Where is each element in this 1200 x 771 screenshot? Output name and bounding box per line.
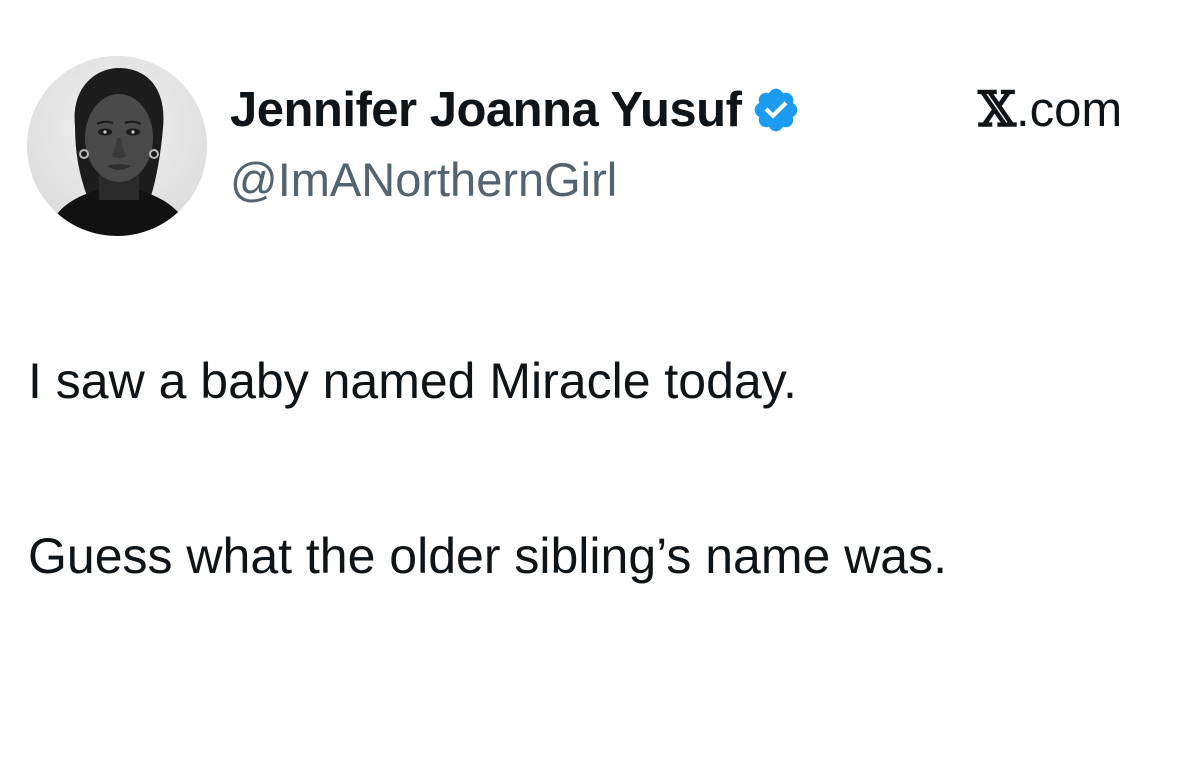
site-domain: .com [1016,83,1123,137]
avatar-photo [27,56,207,236]
x-logo-icon: 𝕏 [978,80,1017,138]
author-name-row[interactable]: Jennifer Joanna Yusuf [230,78,801,142]
site-label[interactable]: 𝕏.com [978,80,1122,138]
tweet-paragraph-2: Guess what the older sibling’s name was. [28,528,947,584]
verified-badge-icon-graphic [755,88,798,132]
author-handle[interactable]: @ImANorthernGirl [230,152,617,207]
avatar[interactable] [27,56,207,236]
verified-badge-icon [751,85,801,135]
author-name[interactable]: Jennifer Joanna Yusuf [230,82,742,138]
tweet-card[interactable]: Jennifer Joanna Yusuf @ImANorthernGirl 𝕏… [0,0,1200,771]
tweet-paragraph-1: I saw a baby named Miracle today. [28,353,797,409]
